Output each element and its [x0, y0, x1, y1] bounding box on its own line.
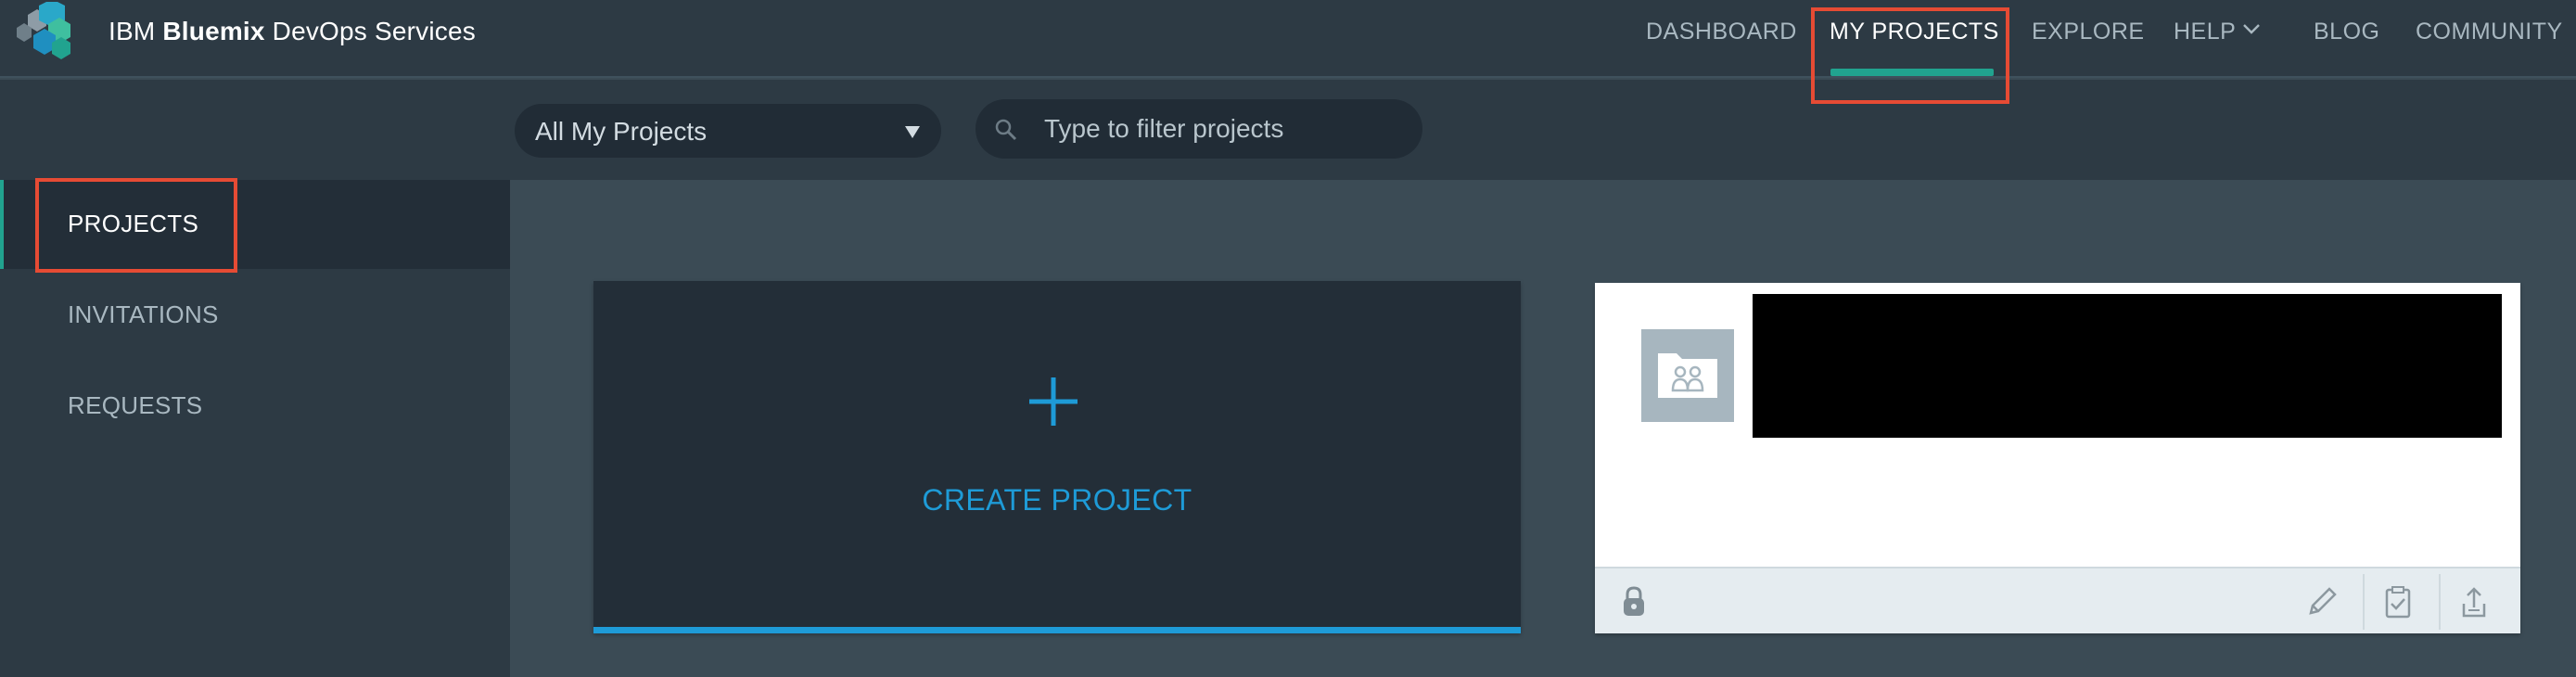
chevron-down-icon[interactable]	[2242, 22, 2261, 35]
plus-icon	[1029, 377, 1078, 426]
project-filter-search	[976, 99, 1422, 159]
dropdown-caret-icon	[905, 126, 920, 138]
annotation-box-my-projects	[1811, 7, 2009, 104]
nav-help[interactable]: HELP	[2174, 19, 2236, 45]
sidebar-item-label: INVITATIONS	[68, 300, 219, 328]
sidebar-item-requests[interactable]: REQUESTS	[0, 362, 510, 451]
create-project-card[interactable]: CREATE PROJECT	[593, 281, 1521, 633]
footer-divider	[2439, 574, 2441, 630]
app-title[interactable]: IBM Bluemix DevOps Services	[108, 17, 476, 46]
nav-explore[interactable]: EXPLORE	[2032, 19, 2145, 45]
clipboard-check-icon[interactable]	[2379, 583, 2417, 620]
edit-pencil-icon[interactable]	[2303, 583, 2340, 620]
search-icon	[995, 119, 1017, 141]
redacted-project-info	[1753, 294, 2502, 438]
project-card[interactable]	[1595, 283, 2520, 633]
create-project-label: CREATE PROJECT	[922, 483, 1192, 517]
search-input[interactable]	[1044, 109, 1406, 149]
lock-icon	[1624, 586, 1644, 616]
top-navigation-bar: IBM Bluemix DevOps Services DASHBOARD MY…	[0, 0, 2576, 78]
project-scope-select[interactable]: All My Projects	[515, 104, 941, 158]
nav-dashboard[interactable]: DASHBOARD	[1646, 19, 1797, 45]
annotation-box-projects	[35, 178, 237, 273]
select-value: All My Projects	[535, 117, 708, 146]
sidebar-item-label: REQUESTS	[68, 391, 203, 419]
project-card-footer	[1595, 567, 2520, 633]
sidebar-item-invitations[interactable]: INVITATIONS	[0, 271, 510, 360]
bluemix-logo-icon[interactable]	[11, 2, 76, 59]
project-thumbnail	[1641, 329, 1734, 422]
nav-community[interactable]: COMMUNITY	[2416, 19, 2563, 45]
shared-folder-icon	[1658, 353, 1717, 398]
footer-divider	[2363, 574, 2365, 630]
nav-blog[interactable]: BLOG	[2314, 19, 2379, 45]
share-upload-icon[interactable]	[2455, 583, 2493, 620]
